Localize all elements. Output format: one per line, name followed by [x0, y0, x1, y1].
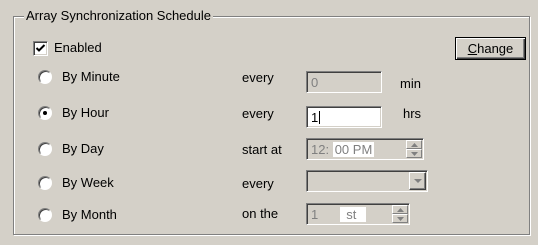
spin-up-arrow-icon [396, 207, 404, 212]
hour-param-label: every [242, 106, 274, 121]
change-button-label: hange [477, 41, 514, 56]
day-param-label: start at [242, 142, 282, 157]
radio-circle[interactable] [38, 208, 52, 222]
time-minute-ampm: 00 PM [332, 141, 375, 157]
radio-by-day[interactable]: By Day [38, 141, 104, 157]
change-button[interactable]: Change [455, 37, 526, 60]
day-start-time-input[interactable]: 12: 00 PM [306, 138, 424, 160]
week-param-label: every [242, 176, 274, 191]
spin-up-button[interactable] [392, 205, 408, 214]
minute-unit-label: min [400, 76, 421, 91]
dropdown-button[interactable] [409, 172, 426, 190]
minute-interval-value: 0 [311, 74, 319, 90]
spin-down-arrow-icon [396, 216, 404, 221]
time-hour: 12 [311, 141, 326, 157]
radio-by-hour[interactable]: By Hour [38, 105, 109, 121]
spin-down-button[interactable] [392, 214, 408, 223]
radio-label: By Hour [62, 105, 109, 120]
hour-unit-label: hrs [403, 106, 422, 121]
chevron-down-icon [413, 179, 422, 183]
radio-label: By Minute [62, 69, 120, 84]
radio-label: By Month [62, 207, 117, 222]
hour-interval-input[interactable]: 1 [306, 106, 382, 128]
enabled-checkbox[interactable] [33, 40, 48, 56]
hour-interval-value: 1 [311, 109, 319, 125]
change-button-mnemonic: C [467, 41, 478, 56]
minute-param-label: every [242, 70, 274, 85]
radio-label: By Day [62, 141, 104, 156]
radio-by-week[interactable]: By Week [38, 175, 114, 191]
groupbox-title: Array Synchronization Schedule [24, 8, 213, 24]
month-param-label: on the [242, 206, 279, 221]
month-day-value: 1 [311, 206, 319, 222]
enabled-checkbox-row[interactable]: Enabled [33, 40, 102, 56]
radio-label: By Week [62, 175, 114, 190]
time-minute: 00 [334, 141, 350, 157]
month-day-input[interactable]: 1 st [306, 203, 410, 225]
radio-by-minute[interactable]: By Minute [38, 69, 120, 85]
radio-circle[interactable] [38, 176, 52, 190]
spin-down-button[interactable] [406, 149, 422, 158]
radio-selected-dot [43, 111, 47, 115]
time-ampm: PM [352, 141, 373, 157]
radio-circle[interactable] [38, 106, 52, 120]
time-spinner[interactable] [406, 140, 422, 158]
radio-circle[interactable] [38, 142, 52, 156]
text-caret [319, 110, 321, 124]
month-day-spinner[interactable] [392, 205, 408, 223]
radio-by-month[interactable]: By Month [38, 207, 117, 223]
spin-up-arrow-icon [410, 142, 418, 147]
week-day-dropdown[interactable] [306, 170, 428, 192]
minute-interval-input[interactable]: 0 [306, 71, 382, 93]
time-separator: : [325, 141, 333, 157]
checkmark-icon [35, 43, 46, 52]
month-day-suffix: st [340, 206, 367, 222]
spin-up-button[interactable] [406, 140, 422, 149]
radio-circle[interactable] [38, 70, 52, 84]
spin-down-arrow-icon [410, 151, 418, 156]
enabled-label: Enabled [54, 40, 102, 55]
